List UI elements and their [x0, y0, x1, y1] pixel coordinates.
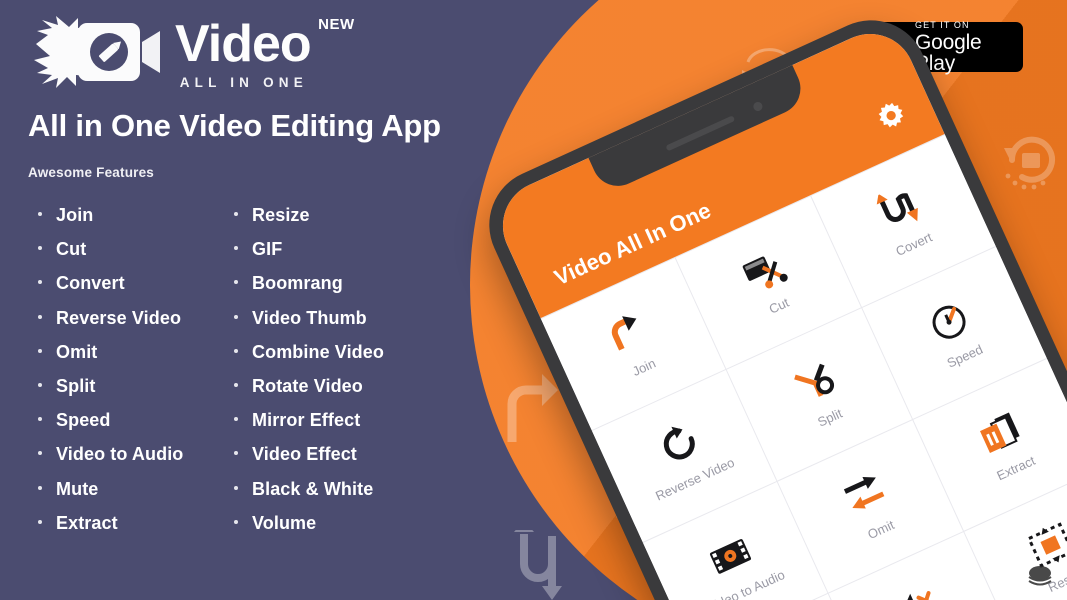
- stack-icon: [1027, 562, 1053, 588]
- feature-item: Reverse Video: [38, 308, 183, 342]
- bullet-icon: [38, 280, 42, 285]
- bullet-icon: [234, 280, 238, 285]
- video-camera-pencil-icon: [26, 14, 161, 90]
- feature-item: Cut: [38, 239, 183, 273]
- bullet-icon: [38, 417, 42, 422]
- convert-icon: [870, 181, 926, 237]
- feature-label: Convert: [56, 273, 125, 294]
- bullet-icon: [38, 246, 42, 251]
- feature-label: Mirror Effect: [252, 410, 361, 431]
- feature-label: Resize: [252, 205, 310, 225]
- rotate-video-watermark-icon: [996, 126, 1062, 196]
- bullet-icon: [38, 382, 42, 387]
- feature-label: GIF: [252, 239, 283, 260]
- grid-tile-label: Speed: [944, 341, 986, 371]
- feature-item: Extract: [38, 513, 183, 547]
- convert-watermark-icon: [508, 530, 580, 600]
- features-subheading: Awesome Features: [28, 165, 155, 180]
- brand-tagline: ALL IN ONE: [179, 75, 308, 90]
- bullet-icon: [234, 485, 238, 490]
- feature-label: Combine Video: [252, 341, 384, 362]
- extract-icon: [972, 405, 1028, 461]
- page-title: All in One Video Editing App: [28, 108, 441, 143]
- feature-label: Mute: [56, 478, 99, 499]
- bullet-icon: [234, 246, 238, 251]
- feature-item: Mirror Effect: [234, 410, 384, 444]
- feature-label: Black & White: [252, 478, 374, 499]
- feature-label: Speed: [56, 410, 111, 431]
- feature-item: Resize: [234, 205, 384, 239]
- earpiece-speaker: [665, 115, 736, 152]
- bullet-icon: [234, 451, 238, 456]
- feature-item: Speed: [38, 410, 183, 444]
- front-camera: [751, 100, 764, 113]
- feature-item: Convert: [38, 273, 183, 307]
- bullet-icon: [234, 348, 238, 353]
- gear-icon[interactable]: [874, 98, 908, 132]
- feature-label: Extract: [56, 512, 118, 533]
- feature-item: Video Effect: [234, 444, 384, 478]
- feature-item: Video Thumb: [234, 308, 384, 342]
- join-icon: [600, 304, 656, 360]
- feature-item: GIF: [234, 239, 384, 273]
- bullet-icon: [38, 451, 42, 456]
- grid-tile-label: Extract: [994, 452, 1038, 484]
- grid-tile-label: Covert: [893, 229, 935, 260]
- feature-item: Combine Video: [234, 342, 384, 376]
- grid-tile-label: Omit: [865, 517, 897, 543]
- omit-icon: [837, 467, 893, 523]
- bullet-icon: [234, 519, 238, 524]
- bullet-icon: [38, 314, 42, 319]
- feature-label: Omit: [56, 341, 98, 362]
- feature-item: Rotate Video: [234, 376, 384, 410]
- feature-list-right: Resize GIF Boomrang Video Thumb Combine Vide…: [234, 205, 384, 547]
- feature-label: Video Thumb: [252, 307, 367, 328]
- new-badge: NEW: [318, 16, 355, 33]
- grid-tile-label: Cut: [766, 294, 792, 317]
- feature-item: Boomrang: [234, 273, 384, 307]
- google-play-text: GET IT ON Google Play: [915, 19, 1010, 75]
- join-watermark-icon: [498, 368, 560, 444]
- bullet-icon: [38, 485, 42, 490]
- bullet-icon: [234, 382, 238, 387]
- video-to-audio-icon: [702, 528, 758, 584]
- bullet-icon: [38, 212, 42, 216]
- bullet-icon: [38, 519, 42, 524]
- feature-list-left: Join Cut Convert Reverse Video Omit Split Spee…: [38, 205, 183, 547]
- bullet-icon: [234, 212, 238, 216]
- reverse-video-icon: [651, 416, 707, 472]
- brand-logo: Video NEW ALL IN ONE: [26, 14, 354, 90]
- bullet-icon: [234, 314, 238, 319]
- mute-icon: [888, 579, 944, 600]
- feature-label: Video to Audio: [56, 444, 184, 465]
- feature-item: Split: [38, 376, 183, 410]
- feature-label: Volume: [252, 512, 317, 533]
- feature-item: Black & White: [234, 479, 384, 513]
- feature-item: Volume: [234, 513, 384, 547]
- bullet-icon: [38, 348, 42, 353]
- grid-tile-label: Split: [815, 405, 845, 430]
- feature-label: Split: [56, 375, 96, 396]
- promo-banner: Video NEW ALL IN ONE All in One Video Ed…: [0, 0, 1067, 600]
- grid-tile-label: Join: [629, 355, 658, 380]
- feature-label: Rotate Video: [252, 375, 363, 396]
- feature-item: Video to Audio: [38, 444, 183, 478]
- speed-icon: [921, 293, 977, 349]
- wordmark: Video NEW ALL IN ONE: [175, 14, 354, 90]
- cut-icon: [735, 243, 791, 299]
- feature-label: Join: [56, 205, 94, 225]
- feature-label: Video Effect: [252, 444, 357, 465]
- feature-label: Boomrang: [252, 273, 343, 294]
- split-icon: [786, 355, 842, 411]
- feature-label: Reverse Video: [56, 307, 182, 328]
- google-play-small-text: GET IT ON: [915, 19, 970, 30]
- feature-item: Mute: [38, 479, 183, 513]
- bullet-icon: [234, 417, 238, 422]
- feature-label: Cut: [56, 239, 87, 260]
- feature-item: Omit: [38, 342, 183, 376]
- feature-item: Join: [38, 205, 183, 239]
- google-play-big-text: Google Play: [915, 30, 982, 75]
- brand-name: Video: [175, 15, 312, 73]
